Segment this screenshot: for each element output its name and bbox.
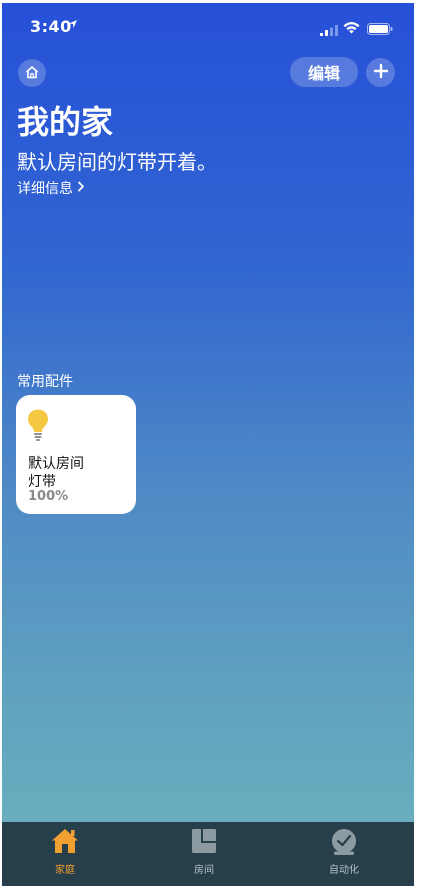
house-outline-icon xyxy=(25,64,39,83)
accessory-name: 灯带 xyxy=(28,474,56,490)
home-screen: 3:40 编辑 我的家 默认房间的灯带开着。 详细信息 常用配件 默认房间 灯带… xyxy=(2,3,414,886)
accessory-room: 默认房间 xyxy=(28,456,84,472)
tab-automation-label: 自动化 xyxy=(329,865,359,876)
tab-rooms[interactable]: 房间 xyxy=(164,822,244,886)
accessory-status: 100% xyxy=(28,489,69,504)
rooms-icon xyxy=(191,828,217,858)
status-bar: 3:40 xyxy=(2,3,414,47)
wifi-icon xyxy=(343,19,360,38)
tab-home-label: 家庭 xyxy=(55,865,75,876)
chevron-right-icon xyxy=(77,180,85,196)
automation-clock-icon xyxy=(330,828,358,860)
edit-button[interactable]: 编辑 xyxy=(290,57,358,87)
home-title: 我的家 xyxy=(17,103,114,141)
tab-home[interactable]: 家庭 xyxy=(25,822,105,886)
lightbulb-icon xyxy=(26,408,50,446)
plus-icon xyxy=(373,63,389,83)
battery-icon xyxy=(367,20,393,39)
home-settings-button[interactable] xyxy=(18,59,46,87)
details-label: 详细信息 xyxy=(17,181,73,197)
tab-bar: 家庭 房间 自动化 xyxy=(2,822,414,886)
tab-rooms-label: 房间 xyxy=(194,865,214,876)
accessory-tile-light-strip[interactable]: 默认房间 灯带 100% xyxy=(16,395,136,514)
location-arrow-icon xyxy=(68,18,78,32)
home-status-summary: 默认房间的灯带开着。 xyxy=(17,150,217,174)
tab-automation[interactable]: 自动化 xyxy=(304,822,384,886)
home-icon xyxy=(51,828,79,858)
add-button[interactable] xyxy=(366,58,395,87)
favorites-section-title: 常用配件 xyxy=(17,374,73,390)
details-link[interactable]: 详细信息 xyxy=(17,178,85,198)
status-time: 3:40 xyxy=(30,17,72,36)
cellular-signal-icon xyxy=(320,21,338,40)
